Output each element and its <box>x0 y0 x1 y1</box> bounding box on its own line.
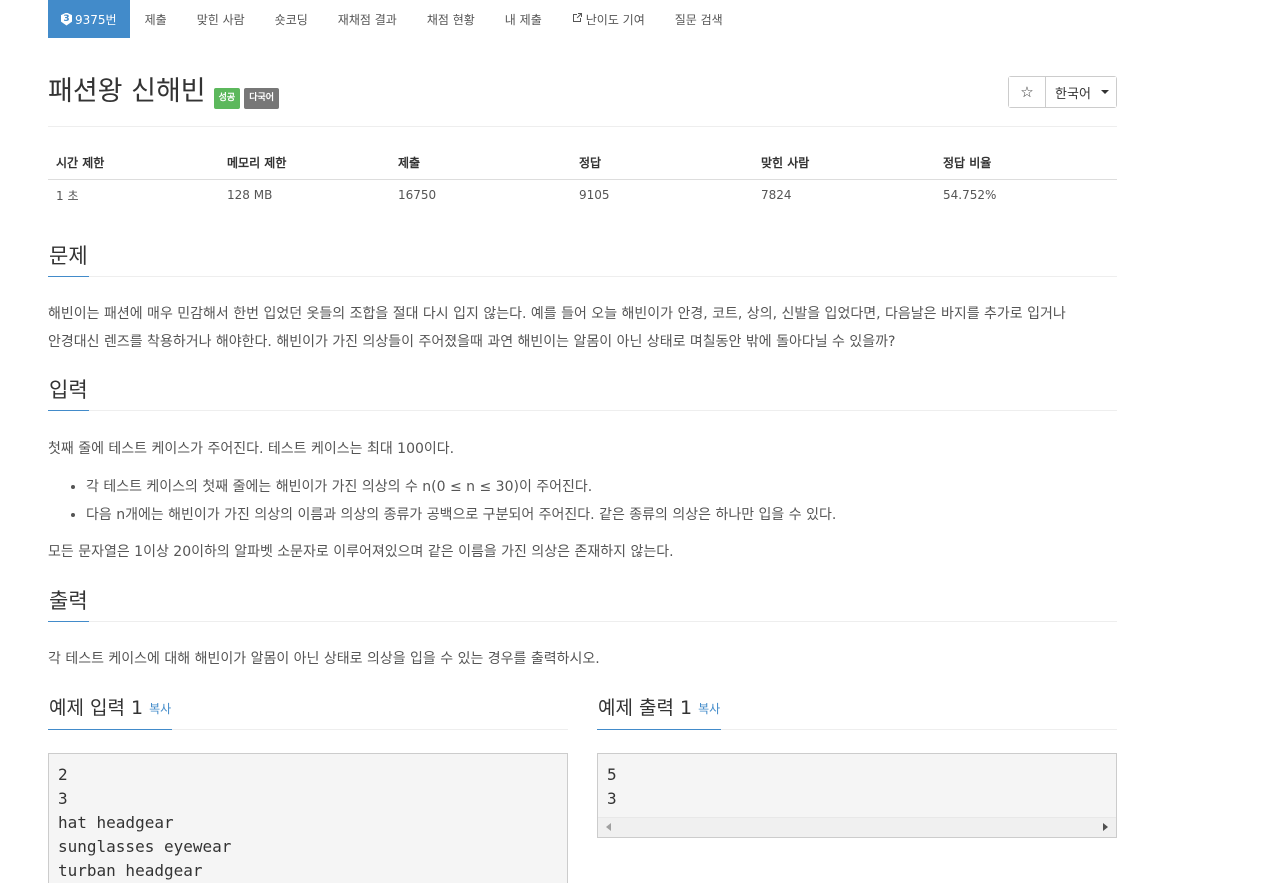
sample-input-header: 예제 입력 1 복사 <box>48 692 568 730</box>
problem-section-header: 문제 <box>48 239 1117 277</box>
header-memory-limit: 메모리 제한 <box>219 146 390 180</box>
tab-rejudge-results[interactable]: 재채점 결과 <box>323 0 412 38</box>
header-accepted-users: 맞힌 사람 <box>753 146 935 180</box>
tab-judge-status[interactable]: 채점 현황 <box>412 0 490 38</box>
input-bullet-list: 각 테스트 케이스의 첫째 줄에는 해빈이가 가진 의상의 수 n(0 ≤ n … <box>86 473 1106 529</box>
language-dropdown[interactable]: 한국어 <box>1046 77 1116 107</box>
sample-output-line: 3 <box>607 789 617 808</box>
sample-output-header: 예제 출력 1 복사 <box>597 692 1117 730</box>
header-accepted: 정답 <box>571 146 753 180</box>
header-time-limit: 시간 제한 <box>48 146 219 180</box>
problem-info-table: 시간 제한 메모리 제한 제출 정답 맞힌 사람 정답 비율 1 초 128 M… <box>48 146 1117 211</box>
tier-badge-icon: 3 <box>61 12 72 26</box>
value-memory-limit: 128 MB <box>227 188 273 203</box>
tab-difficulty-contribution[interactable]: 난이도 기여 <box>557 0 660 38</box>
problem-line-2: 안경대신 렌즈를 착용하거나 해야한다. 해빈이가 가진 의상들이 주어졌을때 … <box>48 334 896 350</box>
sample-input-heading: 예제 입력 1 복사 <box>48 695 173 730</box>
output-heading: 출력 <box>48 587 89 622</box>
sample-output-box[interactable]: 5 3 <box>597 753 1117 838</box>
tab-problem[interactable]: 3 9375번 <box>48 0 130 38</box>
problem-nav: 3 9375번 제출 맞힌 사람 숏코딩 재채점 결과 채점 현황 내 제출 난… <box>48 0 738 38</box>
sample-input-title: 예제 입력 1 <box>49 697 144 719</box>
sample-input-line: turban headgear <box>58 861 203 880</box>
value-time-limit: 1 초 <box>56 188 79 203</box>
problem-heading: 문제 <box>48 242 89 277</box>
value-accepted: 9105 <box>579 188 610 203</box>
value-submissions: 16750 <box>398 188 437 203</box>
star-button[interactable]: ☆ <box>1009 77 1046 107</box>
tab-accepted-users[interactable]: 맞힌 사람 <box>182 0 260 38</box>
external-link-icon <box>572 12 583 26</box>
status-badge-success: 성공 <box>213 88 241 109</box>
input-section-header: 입력 <box>48 373 1117 411</box>
problem-line-1: 해빈이는 패션에 매우 민감해서 한번 입었던 옷들의 조합을 절대 다시 입지… <box>48 306 1066 322</box>
tab-submit[interactable]: 제출 <box>130 0 182 38</box>
sample-output-heading: 예제 출력 1 복사 <box>597 695 722 730</box>
page-header: 패션왕 신해빈 성공 다국어 ☆ 한국어 <box>48 68 1117 127</box>
sample-output-title: 예제 출력 1 <box>598 697 693 719</box>
value-accept-ratio: 54.752% <box>943 188 997 203</box>
chevron-down-icon <box>1100 90 1109 94</box>
tab-question-search[interactable]: 질문 검색 <box>660 0 738 38</box>
sample-input-line: 2 <box>58 765 68 784</box>
output-section-header: 출력 <box>48 584 1117 622</box>
tab-problem-label: 9375번 <box>75 12 117 27</box>
header-submissions: 제출 <box>390 146 571 180</box>
star-icon: ☆ <box>1020 83 1034 101</box>
horizontal-scrollbar[interactable] <box>598 817 1116 837</box>
status-badge-multilang: 다국어 <box>244 88 280 109</box>
value-accepted-users: 7824 <box>761 188 792 203</box>
sample-input-box[interactable]: 2 3 hat headgear sunglasses eyewear turb… <box>48 753 568 883</box>
sample-input-line: 3 <box>58 789 68 808</box>
input-heading: 입력 <box>48 376 89 411</box>
copy-input-button[interactable]: 복사 <box>149 702 171 716</box>
tab-short-coding[interactable]: 숏코딩 <box>260 0 323 38</box>
input-intro: 첫째 줄에 테스트 케이스가 주어진다. 테스트 케이스는 최대 100이다. <box>48 441 455 457</box>
header-actions: ☆ 한국어 <box>1008 76 1117 108</box>
list-item: 각 테스트 케이스의 첫째 줄에는 해빈이가 가진 의상의 수 n(0 ≤ n … <box>86 473 1106 501</box>
scroll-left-arrow-icon[interactable] <box>606 823 611 831</box>
language-label: 한국어 <box>1055 86 1091 102</box>
sample-input-line: sunglasses eyewear <box>58 837 232 856</box>
problem-description: 해빈이는 패션에 매우 민감해서 한번 입었던 옷들의 조합을 절대 다시 입지… <box>48 300 1117 356</box>
copy-output-button[interactable]: 복사 <box>698 702 720 716</box>
tab-my-submissions[interactable]: 내 제출 <box>490 0 557 38</box>
output-description: 각 테스트 케이스에 대해 해빈이가 알몸이 아닌 상태로 의상을 입을 수 있… <box>48 651 600 667</box>
sample-output-line: 5 <box>607 765 617 784</box>
list-item: 다음 n개에는 해빈이가 가진 의상의 이름과 의상의 종류가 공백으로 구분되… <box>86 501 1106 529</box>
table-row: 1 초 128 MB 16750 9105 7824 54.752% <box>48 179 1117 211</box>
table-header-row: 시간 제한 메모리 제한 제출 정답 맞힌 사람 정답 비율 <box>48 146 1117 180</box>
header-accept-ratio: 정답 비율 <box>935 146 1117 180</box>
page-title: 패션왕 신해빈 <box>48 76 206 107</box>
sample-input-line: hat headgear <box>58 813 174 832</box>
input-outro: 모든 문자열은 1이상 20이하의 알파벳 소문자로 이루어져있으며 같은 이름… <box>48 544 674 560</box>
tab-difficulty-label: 난이도 기여 <box>585 12 645 27</box>
scroll-right-arrow-icon[interactable] <box>1103 823 1108 831</box>
